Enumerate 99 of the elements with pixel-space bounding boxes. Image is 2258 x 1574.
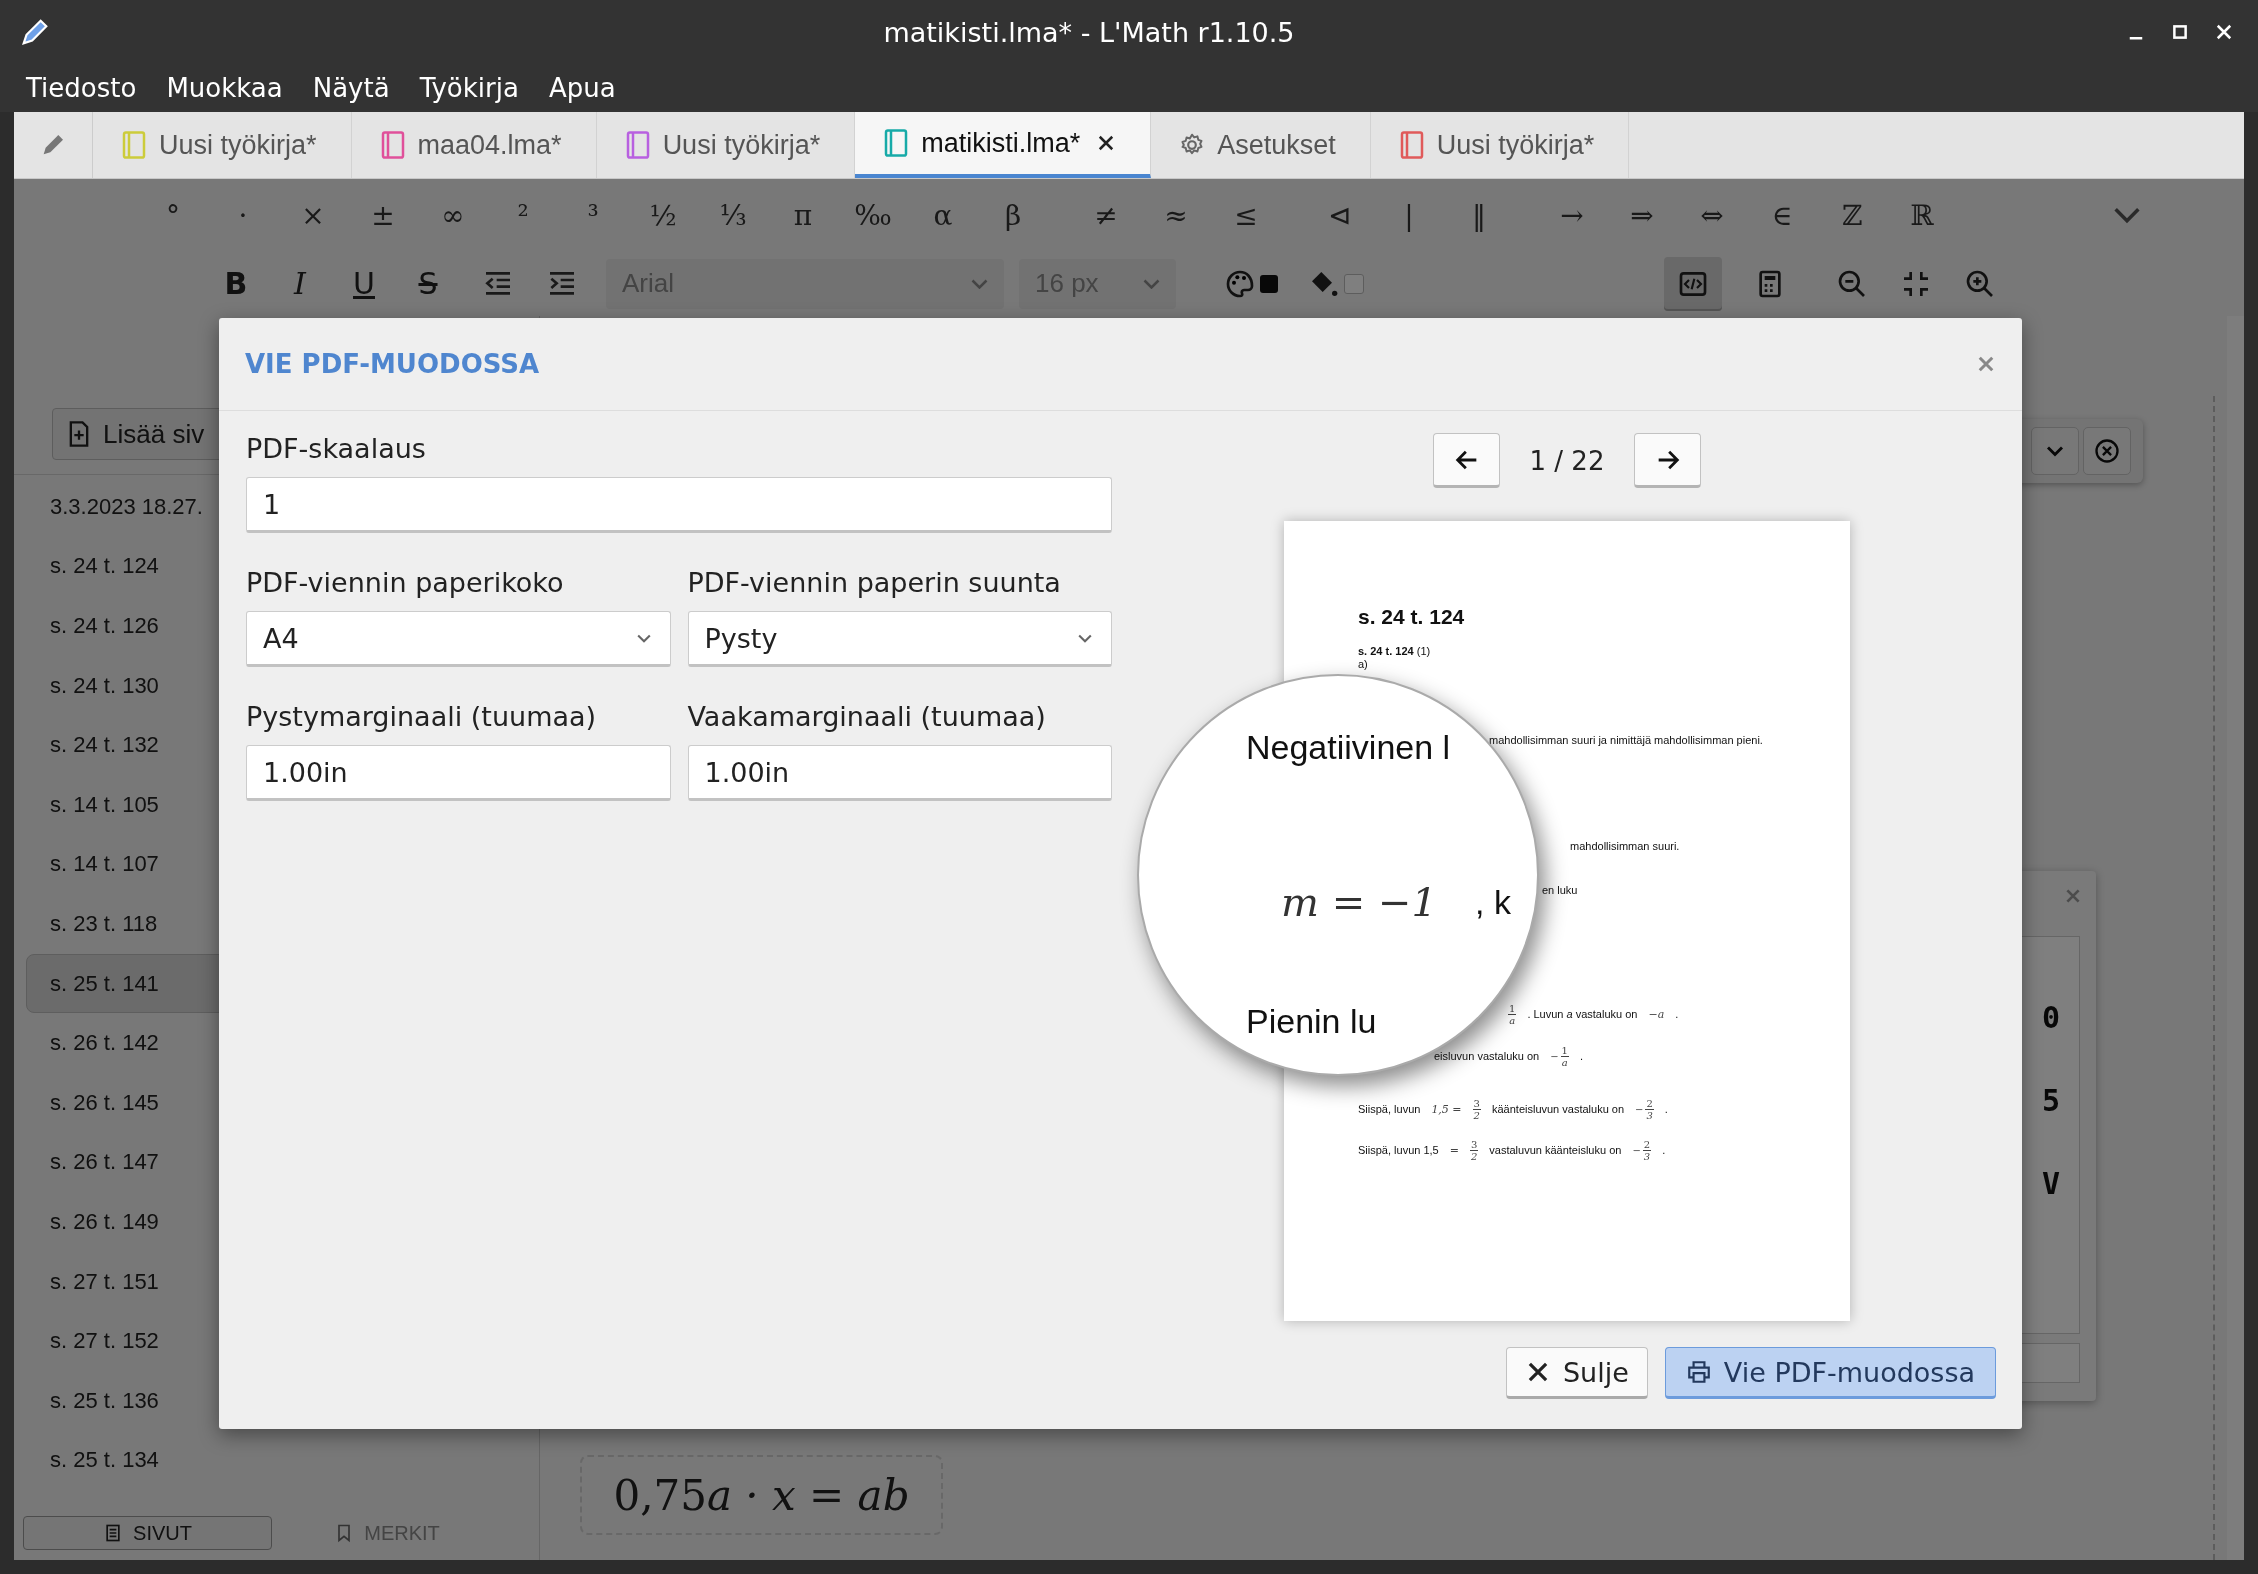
symbol-button[interactable]: ½ [628, 198, 698, 232]
page-indicator: 1 / 22 [1528, 445, 1606, 476]
menu-item[interactable]: Apua [548, 73, 616, 103]
symbol-button[interactable]: ² [488, 198, 558, 232]
page-text: mahdollisimman suuri. [1570, 840, 1680, 852]
symbol-button[interactable]: ° [138, 198, 208, 232]
page-text: Siispä, luvun [1358, 1103, 1421, 1115]
symbol-button[interactable]: | [1374, 198, 1444, 232]
symbol-button[interactable]: ‖ [1444, 198, 1514, 232]
field-label: Vaakamarginaali (tuumaa) [687, 701, 1047, 732]
menu-item[interactable]: Muokkaa [166, 73, 283, 103]
symbol-button[interactable]: → [1537, 198, 1607, 232]
symbol-button[interactable]: ≤ [1211, 198, 1281, 232]
symbol-button[interactable]: ≠ [1071, 198, 1141, 232]
page-text: a) [1358, 658, 1368, 670]
tab[interactable]: Uusi työkirja* [93, 112, 352, 178]
close-icon[interactable] [2214, 22, 2234, 42]
format-button[interactable]: B [216, 266, 256, 301]
tab[interactable]: Uusi työkirja* [1370, 112, 1630, 178]
symbol-button[interactable]: ⇔ [1677, 198, 1747, 232]
maximize-icon[interactable] [2170, 22, 2190, 42]
math-text: −a [1648, 1007, 1665, 1021]
math-fraction: 1 a [1508, 1002, 1517, 1026]
page-text: . [1662, 1144, 1666, 1156]
math-text: m = −1 [1281, 879, 1437, 925]
page-list-item[interactable]: s. 25 t. 134 [14, 1430, 539, 1491]
scale-input[interactable]: 1 [246, 477, 1112, 533]
page-text: Siispä, luvun 1,5 [1358, 1144, 1439, 1156]
symbol-button[interactable]: ⇒ [1607, 198, 1677, 232]
page-text: Pienin lu [1246, 1002, 1377, 1041]
math-formula[interactable]: 0,75a · x = ab [580, 1455, 943, 1535]
page-text: mahdollisimman suuri ja nimittäjä mahdollisimman pieni. [1489, 734, 1763, 746]
symbol-button[interactable]: ± [348, 198, 418, 232]
value-text: 5 [2042, 1083, 2061, 1118]
symbol-button[interactable]: ⅓ [698, 198, 768, 232]
symbol-button[interactable]: ∈ [1747, 198, 1817, 232]
page-text: . Luvun a vastaluku on [1527, 1008, 1638, 1020]
symbol-button[interactable]: ⊲ [1304, 198, 1374, 232]
symbol-button[interactable]: ≈ [1141, 198, 1211, 232]
page-text: en luku [1542, 884, 1578, 896]
printer-icon [1685, 1359, 1712, 1385]
value-text: V [2042, 1166, 2061, 1201]
math-text: 1,5 = [1431, 1102, 1462, 1116]
page-text: . [1675, 1008, 1679, 1020]
format-button[interactable]: S [408, 266, 448, 301]
previous-page-button[interactable] [1433, 433, 1500, 488]
symbol-button[interactable]: ℤ [1817, 198, 1887, 232]
tab[interactable]: matikisti.lma* [855, 112, 1152, 178]
symbol-button[interactable]: ³ [558, 198, 628, 232]
dropdown-button[interactable] [2031, 427, 2079, 475]
symbol-button[interactable]: β [978, 198, 1048, 232]
format-button[interactable]: U [344, 266, 384, 301]
orientation-select[interactable]: Pysty [687, 611, 1112, 667]
symbol-button[interactable]: × [278, 198, 348, 232]
symbol-button[interactable]: α [908, 198, 978, 232]
page-text: s. 24 t. 124 (1) [1358, 645, 1431, 657]
format-button[interactable]: I [280, 266, 320, 301]
symbol-button[interactable]: ℝ [1887, 198, 1957, 232]
paper-size-select[interactable]: A4 [246, 611, 671, 667]
symbol-button[interactable]: π [768, 198, 838, 232]
field-label: PDF-viennin paperin suunta [687, 567, 1062, 598]
scrollbar[interactable] [2227, 316, 2244, 1560]
field-label: Pystymarginaali (tuumaa) [246, 701, 598, 732]
page-text: . [1579, 1050, 1583, 1062]
remove-button[interactable] [2083, 427, 2131, 475]
page-text: eisluvun vastaluku on [1434, 1050, 1540, 1062]
close-button[interactable]: Sulje [1505, 1347, 1648, 1399]
symbol-button[interactable]: · [208, 198, 278, 232]
value-text: 0 [2042, 1000, 2061, 1035]
math-fraction: 3 2 [1469, 1138, 1479, 1162]
page-text: , k [1475, 883, 1511, 922]
text-color-swatch[interactable] [1260, 274, 1278, 293]
page-text: Negatiivinen l [1246, 728, 1451, 767]
field-label: PDF-viennin paperikoko [246, 567, 565, 598]
sidebar-tab[interactable]: SIVUT [23, 1516, 272, 1550]
menu-item[interactable]: Työkirja [419, 73, 519, 103]
dialog-title: VIE PDF-MUODOSSA [245, 349, 540, 379]
chevron-down-icon [971, 278, 988, 289]
margin-input[interactable]: 1.00in [246, 745, 671, 801]
page-text: vastaluvun käänteisluku on [1489, 1144, 1622, 1156]
menu-item[interactable]: Näytä [312, 73, 390, 103]
tab[interactable]: Asetukset [1151, 112, 1371, 178]
symbol-button[interactable]: ‰ [838, 198, 908, 232]
menu-item[interactable]: Tiedosto [26, 73, 137, 103]
chevron-down-icon [1143, 278, 1160, 289]
page-text: käänteisluvun vastaluku on [1491, 1103, 1625, 1115]
math-text: = [1449, 1143, 1459, 1157]
page-heading: s. 24 t. 124 [1358, 605, 1465, 629]
code-view-button[interactable] [1664, 256, 1722, 311]
page-text: . [1664, 1103, 1668, 1115]
window-title: matikisti.lma* - L'Math r1.10.5 [882, 16, 1296, 48]
margin-input[interactable]: 1.00in [687, 745, 1112, 801]
tab[interactable]: maa04.lma* [351, 112, 597, 178]
math-fraction: 3 2 [1472, 1097, 1481, 1121]
circle-x-icon [2093, 437, 2121, 465]
symbol-button[interactable]: ∞ [418, 198, 488, 232]
next-page-button[interactable] [1634, 433, 1701, 488]
fill-color-swatch[interactable] [1344, 273, 1364, 294]
export-button[interactable]: Vie PDF-muodossa [1664, 1347, 1996, 1399]
